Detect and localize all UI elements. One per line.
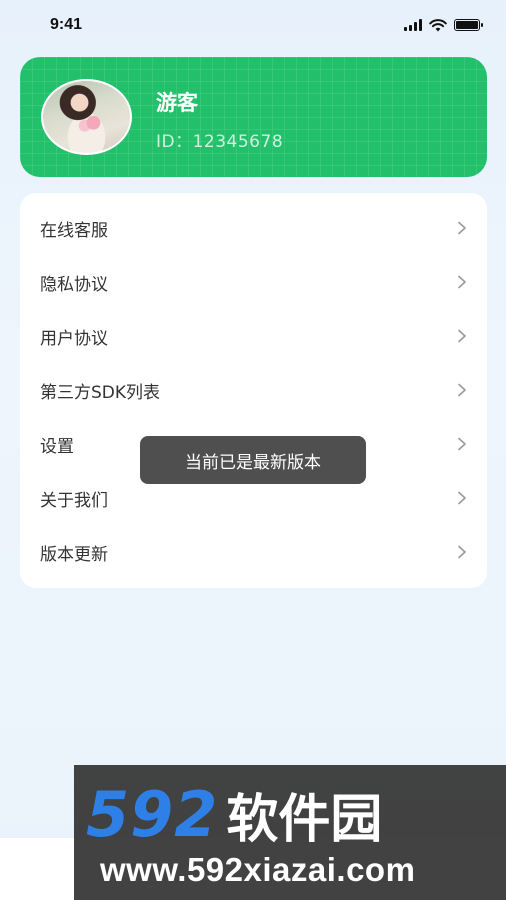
watermark-url: www.592xiazai.com xyxy=(100,851,416,888)
menu-item-user-agreement[interactable]: 用户协议 xyxy=(20,309,487,363)
chevron-right-icon xyxy=(458,491,466,505)
watermark-number: 592 xyxy=(86,777,219,851)
chevron-right-icon xyxy=(458,221,466,235)
menu-item-version-update[interactable]: 版本更新 xyxy=(20,525,487,579)
watermark-brand: 软件园 xyxy=(226,789,383,850)
menu-item-label: 版本更新 xyxy=(40,544,108,565)
avatar[interactable] xyxy=(41,79,132,155)
menu-item-label: 关于我们 xyxy=(40,490,108,511)
toast-message: 当前已是最新版本 xyxy=(140,436,366,484)
watermark-title: 592 软件园 xyxy=(86,777,506,851)
chevron-right-icon xyxy=(458,383,466,397)
menu-item-label: 隐私协议 xyxy=(40,274,108,295)
status-time: 9:41 xyxy=(50,16,83,33)
chevron-right-icon xyxy=(458,437,466,451)
watermark-banner: 592 软件园 www.592xiazai.com xyxy=(74,765,506,900)
menu-item-sdk-list[interactable]: 第三方SDK列表 xyxy=(20,363,487,417)
status-bar: 9:41 xyxy=(0,0,506,50)
menu-item-label: 第三方SDK列表 xyxy=(40,382,161,403)
chevron-right-icon xyxy=(458,545,466,559)
signal-icon xyxy=(404,19,422,31)
status-icons xyxy=(404,18,483,32)
menu-item-online-service[interactable]: 在线客服 xyxy=(20,201,487,255)
menu-item-privacy-policy[interactable]: 隐私协议 xyxy=(20,255,487,309)
menu-item-label: 用户协议 xyxy=(40,328,108,349)
menu-item-label: 设置 xyxy=(40,436,74,457)
chevron-right-icon xyxy=(458,329,466,343)
menu-item-label: 在线客服 xyxy=(40,220,108,241)
battery-icon xyxy=(454,19,483,31)
menu-list: 在线客服 隐私协议 用户协议 第三方SDK列表 设置 关于我们 版本更新 xyxy=(20,193,487,588)
wifi-icon xyxy=(429,18,447,31)
profile-card[interactable]: 游客 ID：12345678 xyxy=(20,57,487,177)
user-name: 游客 xyxy=(156,91,198,115)
user-id: ID：12345678 xyxy=(156,132,284,152)
chevron-right-icon xyxy=(458,275,466,289)
